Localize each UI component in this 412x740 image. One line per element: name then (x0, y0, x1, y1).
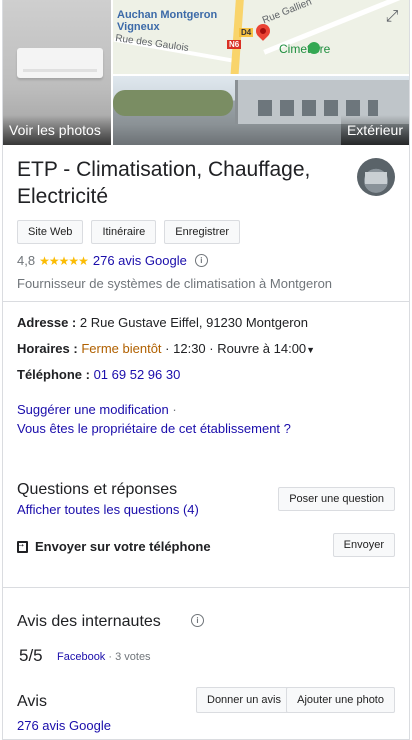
website-button[interactable]: Site Web (17, 220, 84, 244)
hours-reopen: Rouvre à 14:00 (217, 341, 307, 356)
business-logo[interactable] (357, 158, 395, 196)
road-shield-d4: D4 (239, 28, 254, 37)
business-name: ETP - Climatisation, Chauffage, Electric… (17, 158, 311, 208)
phone-link[interactable]: 01 69 52 96 30 (94, 367, 181, 382)
info-icon[interactable]: i (191, 614, 204, 627)
hours-status: Ferme bientôt (81, 341, 162, 356)
phone-row: Téléphone : 01 69 52 96 30 (17, 367, 180, 382)
send-button[interactable]: Envoyer (332, 533, 395, 557)
trees-image (113, 90, 233, 116)
separator: · (172, 402, 177, 417)
address-value[interactable]: 2 Rue Gustave Eiffel, 91230 Montgeron (80, 315, 308, 330)
hours-label: Horaires : (17, 341, 78, 356)
web-review-source: Facebook · 3 votes (57, 651, 151, 663)
rating-value: 4,8 (17, 253, 36, 268)
web-reviews-title: Avis des internautes (17, 613, 161, 630)
claim-business-link[interactable]: Vous êtes le propriétaire de cet établis… (17, 421, 291, 436)
facebook-link[interactable]: Facebook (57, 651, 105, 663)
rating-row: 4,8 ★★★★★ 276 avis Google i (17, 253, 208, 268)
info-icon[interactable]: i (194, 254, 208, 267)
directions-button[interactable]: Itinéraire (91, 220, 157, 244)
photo-thumbnail[interactable]: Voir les photos (3, 0, 111, 145)
suggest-edit-link[interactable]: Suggérer une modification (17, 402, 169, 417)
map-label-street: Rue des Gaulois (114, 32, 190, 55)
write-review-button[interactable]: Donner un avis (196, 687, 292, 713)
business-category: Fournisseur de systèmes de climatisation… (17, 276, 333, 291)
add-photo-button[interactable]: Ajouter une photo (286, 687, 395, 713)
all-questions-link[interactable]: Afficher toutes les questions (4) (17, 502, 199, 517)
expand-icon[interactable]: ⤢ (381, 6, 403, 28)
reviews-title: Avis (17, 693, 47, 710)
ask-question-button[interactable]: Poser une question (278, 487, 395, 511)
reviews-link[interactable]: 276 avis Google (93, 253, 187, 268)
business-header: ETP - Climatisation, Chauffage, Electric… (17, 156, 347, 210)
hours-separator: · (165, 341, 170, 356)
air-conditioner-image (17, 48, 103, 78)
exterior-photo[interactable]: Extérieur (113, 76, 409, 145)
google-reviews-link[interactable]: 276 avis Google (17, 718, 111, 733)
vote-count: · 3 votes (108, 651, 151, 663)
save-button[interactable]: Enregistrer (164, 220, 241, 244)
hours-separator: · (209, 341, 214, 356)
cemetery-pin-icon (308, 42, 320, 54)
address-label: Adresse : (17, 315, 77, 330)
photo-strip: Voir les photos Auchan Montgeron Vigneux… (3, 0, 409, 145)
qa-title: Questions et réponses (17, 481, 178, 498)
map-label-cemetery: Cimetière (279, 42, 331, 56)
address-row: Adresse : 2 Rue Gustave Eiffel, 91230 Mo… (17, 315, 308, 330)
exterior-label: Extérieur (340, 115, 409, 145)
knowledge-panel: Voir les photos Auchan Montgeron Vigneux… (2, 0, 410, 740)
suggest-edit-block: Suggérer une modification · Vous êtes le… (17, 400, 291, 438)
send-to-phone-label: Envoyer sur votre téléphone (35, 539, 211, 554)
hours-time: 12:30 (173, 341, 206, 356)
send-to-phone-icon (15, 538, 28, 553)
view-photos-label: Voir les photos (3, 115, 111, 145)
action-buttons: Site Web Itinéraire Enregistrer (17, 220, 241, 244)
send-to-phone[interactable]: Envoyer sur votre téléphone (15, 538, 211, 555)
dropdown-caret-icon[interactable]: ▼ (306, 345, 315, 355)
map-label-street: Rue Gallien (260, 0, 314, 27)
map-label-auchan: Auchan Montgeron Vigneux (117, 9, 218, 33)
map-thumbnail[interactable]: Auchan Montgeron Vigneux Rue Gallien Rue… (113, 0, 409, 74)
phone-label: Téléphone : (17, 367, 90, 382)
hours-row[interactable]: Horaires : Ferme bientôt · 12:30 · Rouvr… (17, 341, 315, 356)
rating-stars-icon: ★★★★★ (39, 253, 89, 268)
web-review-score: 5/5 (19, 646, 43, 665)
divider (3, 301, 409, 302)
road-shield-n6: N6 (227, 40, 242, 49)
divider (3, 587, 409, 588)
